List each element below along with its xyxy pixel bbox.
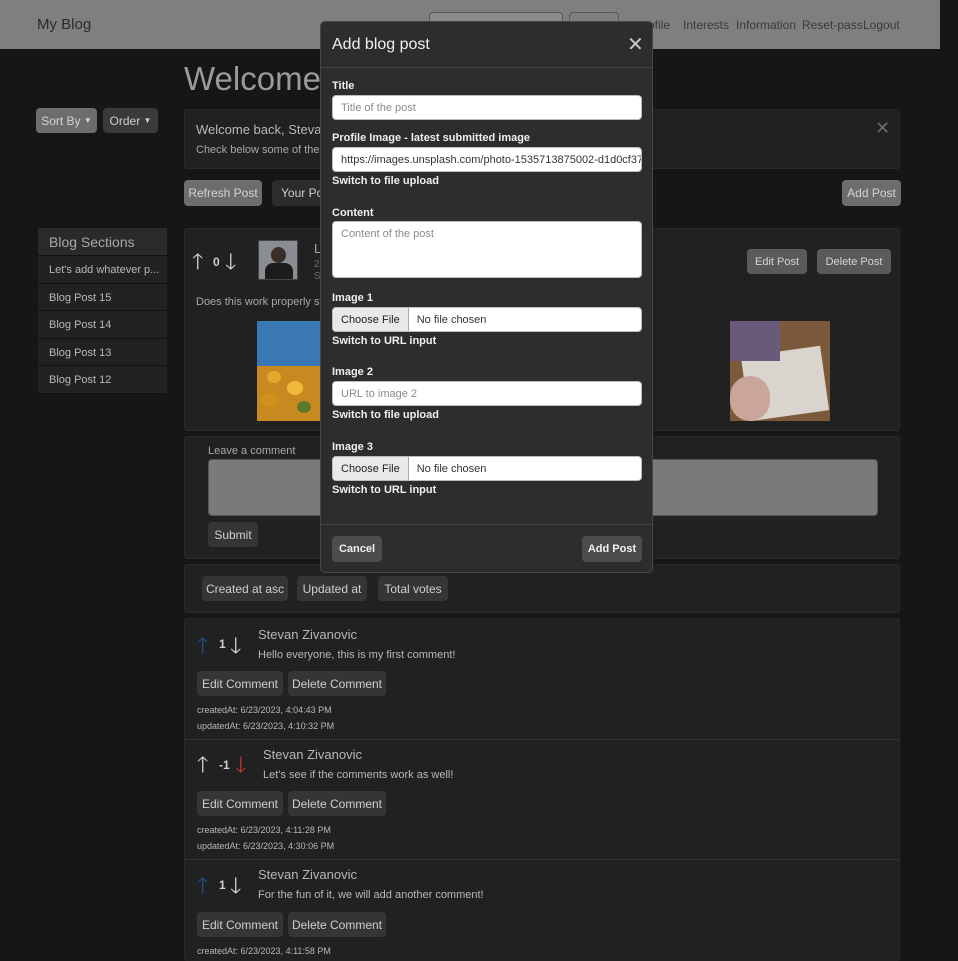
upvote-arrow-icon[interactable]: 🡑 bbox=[197, 754, 208, 776]
post-text: Does this work properly sti bbox=[196, 296, 325, 308]
sort-by-dropdown[interactable]: Sort By ▼ bbox=[36, 108, 97, 133]
edit-post-button[interactable]: Edit Post bbox=[747, 249, 807, 274]
comment-item: 🡑 1 🡓 Stevan Zivanovic For the fun of it… bbox=[185, 860, 899, 961]
image1-label: Image 1 bbox=[332, 292, 373, 304]
comment-item: 🡑 -1 🡓 Stevan Zivanovic Let's see if the… bbox=[185, 740, 899, 860]
add-blog-post-modal: Add blog post ✕ Title Title of the post … bbox=[320, 21, 653, 573]
post-image-writing bbox=[730, 321, 830, 421]
edit-comment-button[interactable]: Edit Comment bbox=[197, 791, 283, 816]
page-title: Welcome bbox=[184, 60, 321, 97]
profile-image-label: Profile Image - latest submitted image bbox=[332, 132, 531, 144]
sort-by-label: Sort By bbox=[41, 113, 81, 128]
comment-updated-at: updatedAt: 6/23/2023, 4:10:32 PM bbox=[197, 721, 335, 731]
upvote-arrow-icon[interactable]: 🡑 bbox=[197, 635, 208, 657]
content-textarea[interactable]: Content of the post bbox=[332, 221, 642, 278]
switch-to-url-input-link[interactable]: Switch to URL input bbox=[332, 484, 436, 496]
caret-down-icon: ▼ bbox=[83, 116, 92, 125]
add-post-button[interactable]: Add Post bbox=[842, 180, 901, 206]
blog-sections-header: Blog Sections bbox=[38, 228, 167, 256]
nav-link-interests[interactable]: Interests bbox=[683, 18, 729, 32]
sort-created-button[interactable]: Created at asc bbox=[202, 576, 288, 601]
switch-to-url-input-link[interactable]: Switch to URL input bbox=[332, 335, 436, 347]
downvote-arrow-icon[interactable]: 🡓 bbox=[230, 875, 241, 897]
order-dropdown[interactable]: Order ▼ bbox=[103, 108, 158, 133]
delete-comment-button[interactable]: Delete Comment bbox=[288, 791, 386, 816]
sidebar-item-post[interactable]: Blog Post 15 bbox=[38, 283, 167, 311]
switch-to-file-upload-link[interactable]: Switch to file upload bbox=[332, 409, 439, 421]
title-label: Title bbox=[332, 80, 355, 92]
modal-divider bbox=[321, 67, 652, 68]
sort-votes-button[interactable]: Total votes bbox=[378, 576, 448, 601]
downvote-arrow-icon[interactable]: 🡓 bbox=[235, 754, 246, 776]
comment-author: Stevan Zivanovic bbox=[263, 747, 362, 762]
sidebar-item-post[interactable]: Blog Post 14 bbox=[38, 311, 167, 339]
nav-link-information[interactable]: Information bbox=[736, 18, 796, 32]
sidebar-item-post[interactable]: Blog Post 13 bbox=[38, 338, 167, 366]
comment-vote-count: 1 bbox=[219, 637, 226, 651]
close-icon[interactable]: ✕ bbox=[627, 32, 644, 57]
brand-logo[interactable]: My Blog bbox=[37, 16, 91, 33]
edit-comment-button[interactable]: Edit Comment bbox=[197, 912, 283, 937]
post-vote-count: 0 bbox=[213, 255, 220, 269]
downvote-arrow-icon[interactable]: 🡓 bbox=[225, 251, 236, 273]
nav-link-logout[interactable]: Logout bbox=[863, 18, 900, 32]
sort-updated-button[interactable]: Updated at bbox=[297, 576, 367, 601]
delete-comment-button[interactable]: Delete Comment bbox=[288, 671, 386, 696]
choose-file-button[interactable]: Choose File bbox=[333, 308, 409, 331]
comment-vote-count: -1 bbox=[219, 758, 230, 772]
image3-label: Image 3 bbox=[332, 441, 373, 453]
comment-text: For the fun of it, we will add another c… bbox=[258, 889, 484, 901]
modal-footer-divider bbox=[321, 524, 652, 525]
modal-title: Add blog post bbox=[332, 36, 430, 53]
comment-label: Leave a comment bbox=[208, 445, 296, 457]
downvote-arrow-icon[interactable]: 🡓 bbox=[230, 635, 241, 657]
upvote-arrow-icon[interactable]: 🡑 bbox=[197, 875, 208, 897]
delete-comment-button[interactable]: Delete Comment bbox=[288, 912, 386, 937]
sidebar-item-post[interactable]: Let's add whatever p... bbox=[38, 256, 167, 284]
caret-down-icon: ▼ bbox=[143, 116, 152, 125]
edit-comment-button[interactable]: Edit Comment bbox=[197, 671, 283, 696]
image1-file-input[interactable]: Choose File No file chosen bbox=[332, 307, 642, 332]
post-image-flowers bbox=[257, 321, 321, 421]
title-input[interactable]: Title of the post bbox=[332, 95, 642, 120]
add-post-submit-button[interactable]: Add Post bbox=[582, 536, 642, 562]
comment-text: Hello everyone, this is my first comment… bbox=[258, 649, 456, 661]
profile-image-url-input[interactable]: https://images.unsplash.com/photo-153571… bbox=[332, 147, 642, 172]
comment-updated-at: updatedAt: 6/23/2023, 4:30:06 PM bbox=[197, 841, 335, 851]
comment-created-at: createdAt: 6/23/2023, 4:11:28 PM bbox=[197, 825, 331, 835]
cancel-button[interactable]: Cancel bbox=[332, 536, 382, 562]
blog-sections-list: Blog Sections Let's add whatever p... Bl… bbox=[38, 228, 167, 394]
alert-close-icon[interactable]: ✕ bbox=[875, 118, 890, 139]
image2-label: Image 2 bbox=[332, 366, 373, 378]
sidebar-item-post[interactable]: Blog Post 12 bbox=[38, 366, 167, 394]
alert-text: Check below some of the b bbox=[196, 144, 329, 156]
image3-file-input[interactable]: Choose File No file chosen bbox=[332, 456, 642, 481]
no-file-text: No file chosen bbox=[416, 462, 487, 475]
comment-text: Let's see if the comments work as well! bbox=[263, 769, 454, 781]
order-label: Order bbox=[109, 113, 141, 128]
image2-url-input[interactable]: URL to image 2 bbox=[332, 381, 642, 406]
post-meta: 2 bbox=[314, 259, 320, 270]
upvote-arrow-icon[interactable]: 🡑 bbox=[192, 251, 203, 273]
choose-file-button[interactable]: Choose File bbox=[333, 457, 409, 480]
comment-author: Stevan Zivanovic bbox=[258, 627, 357, 642]
comment-vote-count: 1 bbox=[219, 878, 226, 892]
comment-author: Stevan Zivanovic bbox=[258, 867, 357, 882]
author-avatar bbox=[258, 240, 298, 280]
comments-list: 🡑 1 🡓 Stevan Zivanovic Hello everyone, t… bbox=[184, 618, 900, 961]
content-label: Content bbox=[332, 207, 374, 219]
comment-created-at: createdAt: 6/23/2023, 4:11:58 PM bbox=[197, 946, 331, 956]
refresh-post-button[interactable]: Refresh Post bbox=[184, 180, 262, 206]
submit-comment-button[interactable]: Submit bbox=[208, 522, 258, 547]
comment-item: 🡑 1 🡓 Stevan Zivanovic Hello everyone, t… bbox=[185, 619, 899, 740]
switch-to-file-upload-link[interactable]: Switch to file upload bbox=[332, 175, 439, 187]
alert-title: Welcome back, Stevan bbox=[196, 122, 329, 137]
comment-created-at: createdAt: 6/23/2023, 4:04:43 PM bbox=[197, 705, 332, 715]
nav-link-reset-pass[interactable]: Reset-pass bbox=[802, 18, 863, 32]
delete-post-button[interactable]: Delete Post bbox=[817, 249, 891, 274]
no-file-text: No file chosen bbox=[416, 313, 487, 326]
